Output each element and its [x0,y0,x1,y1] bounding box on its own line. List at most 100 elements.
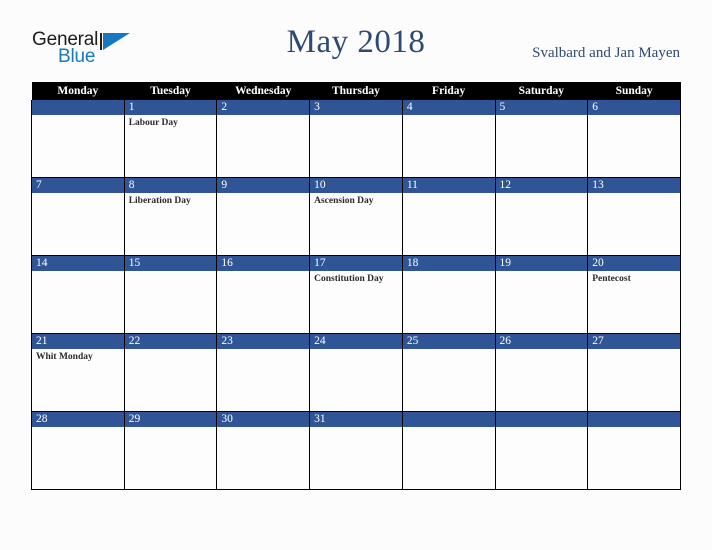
day-number: 12 [495,178,588,193]
calendar-day-cell[interactable]: 25 [401,333,496,412]
day-number: 27 [588,334,680,349]
day-events [403,193,495,195]
calendar-day-cell[interactable]: 17 Constitution Day [309,255,403,334]
day-events: Ascension Day [310,193,402,207]
calendar-day-cell[interactable]: 23 [216,333,311,412]
day-number: 4 [402,100,495,115]
holiday-label: Constitution Day [314,274,384,284]
day-events [496,115,588,117]
day-number: 5 [495,100,588,115]
weekday-header-saturday: Saturday [495,82,588,100]
day-cell-content: 17 Constitution Day [310,256,402,333]
day-events [217,349,309,351]
day-events [588,193,680,195]
weekday-header-tuesday: Tuesday [124,82,217,100]
day-cell-content: 6 [588,100,680,177]
calendar-day-cell[interactable]: 6 [587,100,681,178]
calendar-page: General Blue May 2018 Svalbard and Jan M… [0,0,712,550]
day-number: 21 [32,334,124,349]
day-number: 7 [32,178,124,193]
day-cell-content: 22 [124,334,217,411]
calendar-day-cell[interactable]: 21 Whit Monday [31,333,125,412]
day-cell-content: 27 [588,334,680,411]
day-events [125,271,217,273]
calendar-day-cell[interactable]: 31 [309,411,403,490]
calendar-day-cell[interactable]: 1 Labour Day [123,100,218,178]
calendar-day-cell[interactable]: 27 [587,333,681,412]
day-events: Constitution Day [310,271,402,285]
day-cell-content [588,412,680,489]
day-cell-content: 14 [32,256,124,333]
calendar-day-cell[interactable]: 5 [494,100,589,178]
calendar-day-cell[interactable]: 11 [401,177,496,256]
day-cell-content [402,412,495,489]
day-cell-content: 1 Labour Day [124,100,217,177]
day-cell-content: 9 [217,178,310,255]
weekday-header-wednesday: Wednesday [216,82,310,100]
day-events [588,349,680,351]
day-cell-content: 10 Ascension Day [310,178,402,255]
day-cell-content: 12 [495,178,588,255]
calendar-day-cell[interactable]: 4 [401,100,496,178]
day-events [310,115,402,117]
calendar-day-cell[interactable]: 9 [216,177,311,256]
day-cell-content [32,100,124,177]
calendar-day-cell[interactable] [494,411,589,490]
day-cell-content: 28 [32,412,124,489]
calendar-day-cell[interactable] [31,100,125,178]
calendar-day-cell[interactable]: 19 [494,255,589,334]
day-number: 9 [217,178,310,193]
day-number: 24 [310,334,402,349]
calendar-day-cell[interactable]: 8 Liberation Day [123,177,218,256]
day-events [496,271,588,273]
calendar-day-cell[interactable]: 3 [309,100,403,178]
holiday-label: Pentecost [592,274,631,284]
calendar-week-row: 1 Labour Day 2 3 4 5 6 [31,100,681,178]
calendar-day-cell[interactable]: 15 [123,255,218,334]
holiday-label: Labour Day [128,118,178,128]
day-events [496,349,588,351]
day-events [125,427,217,429]
day-events [217,193,309,195]
day-number: 30 [217,412,310,427]
day-number: 13 [588,178,680,193]
calendar-day-cell[interactable] [401,411,496,490]
day-number [32,100,124,115]
calendar-day-cell[interactable]: 13 [587,177,681,256]
calendar-day-cell[interactable]: 29 [123,411,218,490]
calendar-day-cell[interactable]: 16 [216,255,311,334]
calendar-day-cell[interactable]: 30 [216,411,311,490]
country-label: Svalbard and Jan Mayen [532,45,680,61]
day-events [403,427,495,429]
page-header: General Blue May 2018 Svalbard and Jan M… [0,0,712,82]
calendar-day-cell[interactable]: 7 [31,177,125,256]
day-number: 19 [495,256,588,271]
day-number: 18 [402,256,495,271]
calendar-day-cell[interactable]: 18 [401,255,496,334]
calendar-day-cell[interactable]: 22 [123,333,218,412]
day-events: Pentecost [588,271,680,285]
calendar-table: Monday Tuesday Wednesday Thursday Friday… [31,82,681,490]
day-number: 2 [217,100,310,115]
calendar-day-cell[interactable]: 24 [309,333,403,412]
calendar-week-row: 7 8 Liberation Day 9 10 Ascension Day 11 12 13 [31,177,681,256]
calendar-day-cell[interactable]: 12 [494,177,589,256]
day-events [403,115,495,117]
calendar-day-cell[interactable]: 2 [216,100,311,178]
day-cell-content: 7 [32,178,124,255]
day-cell-content: 5 [495,100,588,177]
calendar-day-cell[interactable]: 26 [494,333,589,412]
holiday-label: Ascension Day [314,196,374,206]
calendar-day-cell[interactable]: 10 Ascension Day [309,177,403,256]
day-events [588,427,680,429]
day-cell-content: 4 [402,100,495,177]
day-cell-content: 30 [217,412,310,489]
calendar-day-cell[interactable] [587,411,681,490]
calendar-day-cell[interactable]: 20 Pentecost [587,255,681,334]
calendar-day-cell[interactable]: 14 [31,255,125,334]
calendar-day-cell[interactable]: 28 [31,411,125,490]
calendar-week-row: 14 15 16 17 Constitution Day 18 19 20 Pentecost [31,255,681,334]
day-number: 15 [124,256,217,271]
day-events [217,271,309,273]
day-number: 29 [124,412,217,427]
